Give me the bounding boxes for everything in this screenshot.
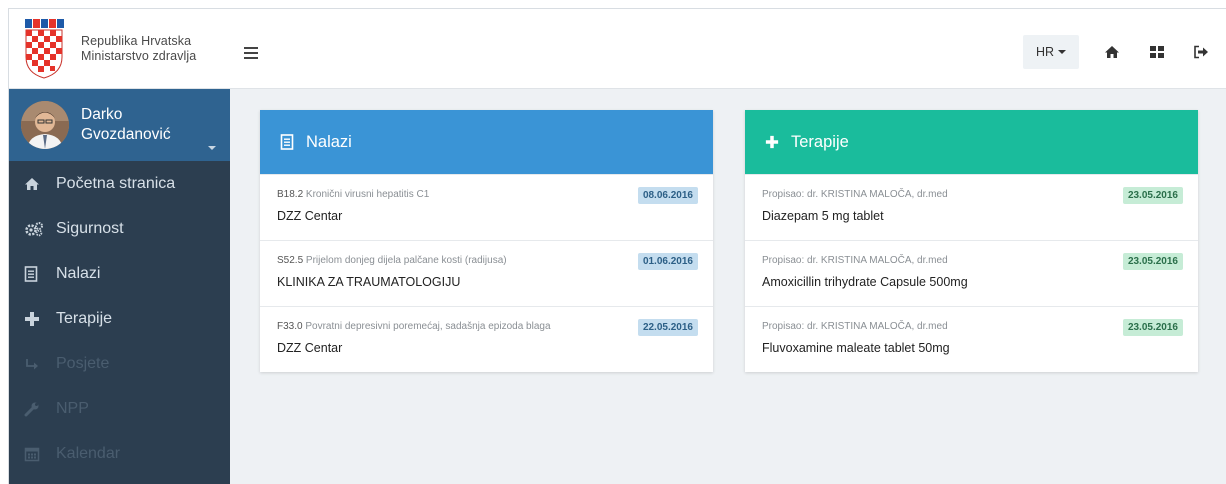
caret-down-icon: [1058, 50, 1067, 54]
brand[interactable]: Republika Hrvatska Ministarstvo zdravlja: [9, 9, 230, 89]
sidebar-item-pocetna[interactable]: Početna stranica: [9, 161, 230, 206]
wrench-icon: [24, 401, 44, 417]
sidebar-item-label: Sigurnost: [56, 219, 124, 237]
panel-title: Terapije: [791, 132, 849, 151]
prescriber: Propisao: dr. KRISTINA MALOČA, dr.med: [762, 189, 948, 200]
language-select[interactable]: HR: [1023, 35, 1079, 69]
diagnosis: B18.2 Kronični virusni hepatitis C1: [277, 188, 697, 202]
sidebar-item-label: Početna stranica: [56, 174, 176, 192]
sidebar-item-label: Kalendar: [56, 444, 121, 462]
date-badge: 23.05.2016: [1122, 319, 1183, 336]
diagnosis: F33.0 Povratni depresivni poremećaj, sad…: [277, 320, 697, 334]
sidebar-item-terapije[interactable]: Terapije: [9, 296, 230, 341]
sidebar-item-nalazi[interactable]: Nalazi: [9, 251, 230, 296]
list-item[interactable]: Propisao: dr. KRISTINA MALOČA, dr.med Fl…: [745, 306, 1198, 372]
nalazi-panel: Nalazi B18.2 Kronični virusni hepatitis …: [260, 110, 713, 372]
sidebar-item-npp[interactable]: NPP: [9, 386, 230, 431]
list-item[interactable]: F33.0 Povratni depresivni poremećaj, sad…: [260, 306, 713, 372]
home-icon: [24, 176, 44, 192]
list-item[interactable]: B18.2 Kronični virusni hepatitis C1 DZZ …: [260, 174, 713, 240]
date-badge: 01.06.2016: [637, 253, 698, 270]
drug-name: Diazepam 5 mg tablet: [762, 209, 884, 223]
diagnosis-code: S52.5: [277, 255, 304, 266]
location: KLINIKA ZA TRAUMATOLOGIJU: [277, 275, 461, 289]
app-window: Republika Hrvatska Ministarstvo zdravlja…: [8, 8, 1226, 484]
prescriber: Propisao: dr. KRISTINA MALOČA, dr.med: [762, 321, 948, 332]
sidebar: Republika Hrvatska Ministarstvo zdravlja…: [9, 9, 230, 484]
date-badge: 23.05.2016: [1122, 253, 1183, 270]
caret-down-icon[interactable]: [208, 146, 216, 150]
diagnosis-description: Kronični virusni hepatitis C1: [305, 189, 430, 200]
avatar: [21, 101, 69, 149]
diagnosis: S52.5 Prijelom donjeg dijela palčane kos…: [277, 254, 697, 268]
document-icon: [280, 134, 294, 150]
terapije-panel-header[interactable]: Terapije: [745, 110, 1198, 174]
location: DZZ Centar: [277, 209, 343, 223]
list-item[interactable]: S52.5 Prijelom donjeg dijela palčane kos…: [260, 240, 713, 306]
nalazi-panel-header[interactable]: Nalazi: [260, 110, 713, 174]
sidebar-item-posjete[interactable]: Posjete: [9, 341, 230, 386]
date-badge: 23.05.2016: [1122, 187, 1183, 204]
list-item[interactable]: Propisao: dr. KRISTINA MALOČA, dr.med Di…: [745, 174, 1198, 240]
sidebar-item-label: Nalazi: [56, 264, 101, 282]
document-icon: [24, 265, 44, 282]
gears-icon: [24, 221, 44, 237]
diagnosis-description: Prijelom donjeg dijela palčane kosti (ra…: [305, 255, 507, 266]
home-icon[interactable]: [1104, 45, 1120, 59]
panel-title: Nalazi: [306, 132, 352, 151]
date-badge: 22.05.2016: [637, 319, 698, 336]
location: DZZ Centar: [277, 341, 343, 355]
top-bar: HR: [230, 9, 1226, 89]
sidebar-item-label: Terapije: [56, 309, 113, 327]
user-name: Darko Gvozdanović: [81, 105, 171, 145]
drug-name: Amoxicillin trihydrate Capsule 500mg: [762, 275, 968, 289]
list-item[interactable]: Propisao: dr. KRISTINA MALOČA, dr.med Am…: [745, 240, 1198, 306]
coat-of-arms-logo: [25, 18, 64, 79]
arrow-right-icon: [24, 356, 44, 372]
brand-line-1: Republika Hrvatska: [81, 33, 192, 48]
sidebar-item-label: NPP: [56, 399, 89, 417]
prescriber: Propisao: dr. KRISTINA MALOČA, dr.med: [762, 255, 948, 266]
plus-icon: [765, 134, 779, 150]
sidebar-item-label: Posjete: [56, 354, 110, 372]
sidebar-item-kalendar[interactable]: Kalendar: [9, 431, 230, 476]
menu-toggle-icon[interactable]: [244, 47, 258, 59]
drug-name: Fluvoxamine maleate tablet 50mg: [762, 341, 950, 355]
language-label: HR: [1035, 45, 1055, 59]
logout-icon[interactable]: [1193, 45, 1209, 59]
brand-line-2: Ministarstvo zdravlja: [81, 48, 197, 63]
calendar-icon: [24, 446, 44, 462]
user-last-name: Gvozdanović: [81, 126, 171, 143]
plus-icon: [24, 311, 44, 327]
terapije-panel: Terapije Propisao: dr. KRISTINA MALOČA, …: [745, 110, 1198, 372]
diagnosis-description: Povratni depresivni poremećaj, sadašnja …: [305, 321, 551, 332]
apps-grid-icon[interactable]: [1149, 45, 1165, 59]
brand-text: Republika Hrvatska Ministarstvo zdravlja: [81, 34, 196, 64]
sidebar-item-sigurnost[interactable]: Sigurnost: [9, 206, 230, 251]
user-first-name: Darko: [81, 106, 123, 123]
date-badge: 08.06.2016: [637, 187, 698, 204]
diagnosis-code: F33.0: [277, 321, 303, 332]
diagnosis-code: B18.2: [277, 189, 304, 200]
user-profile[interactable]: Darko Gvozdanović: [9, 89, 230, 161]
